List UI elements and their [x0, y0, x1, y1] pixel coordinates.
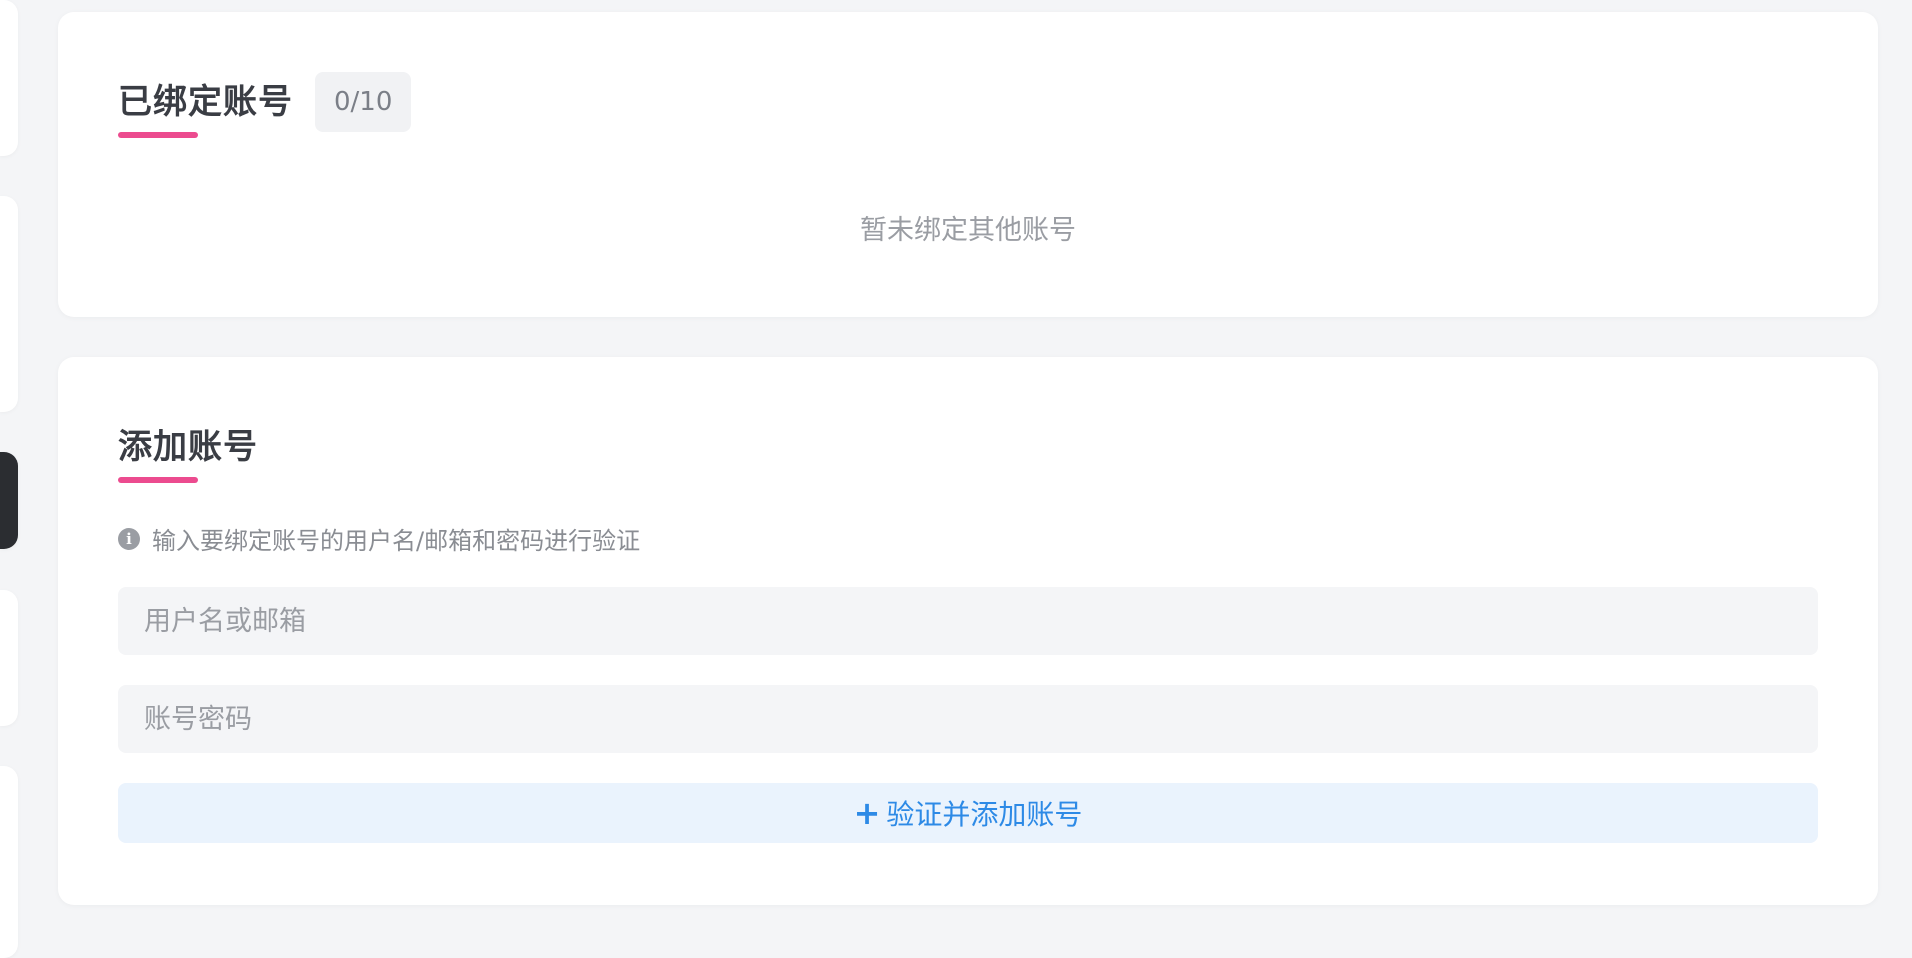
bound-accounts-title: 已绑定账号: [118, 82, 293, 122]
empty-state-message: 暂未绑定其他账号: [860, 215, 1076, 246]
add-account-card: 添加账号 i 输入要绑定账号的用户名/邮箱和密码进行验证 + 验证并添加账号: [58, 357, 1878, 905]
bound-count-badge: 0/10: [315, 72, 412, 132]
verify-add-account-label: 验证并添加账号: [886, 798, 1083, 831]
title-underline: [118, 132, 198, 138]
add-account-header: 添加账号: [118, 417, 258, 483]
verify-add-account-button[interactable]: + 验证并添加账号: [118, 783, 1818, 843]
side-panel-card: [0, 766, 18, 958]
add-account-title-wrap: 添加账号: [118, 425, 258, 483]
bound-accounts-title-wrap: 已绑定账号: [118, 80, 293, 138]
plus-icon: +: [853, 794, 881, 832]
bound-accounts-header: 已绑定账号 0/10: [118, 72, 412, 138]
username-input[interactable]: [118, 587, 1818, 655]
page: 已绑定账号 0/10 暂未绑定其他账号 添加账号 i 输入要绑定账号的用户名/邮…: [0, 0, 1912, 958]
side-panel-card: [0, 196, 18, 412]
password-input[interactable]: [118, 685, 1818, 753]
title-underline: [118, 477, 198, 483]
add-account-title: 添加账号: [118, 427, 258, 467]
side-panel-card: [0, 590, 18, 726]
side-panel-dark-card[interactable]: [0, 452, 18, 549]
info-icon: i: [118, 527, 140, 550]
hint-text: 输入要绑定账号的用户名/邮箱和密码进行验证: [152, 527, 641, 555]
side-panel-card: [0, 0, 18, 156]
add-account-hint: i 输入要绑定账号的用户名/邮箱和密码进行验证: [118, 521, 640, 556]
bound-accounts-card: 已绑定账号 0/10 暂未绑定其他账号: [58, 12, 1878, 317]
